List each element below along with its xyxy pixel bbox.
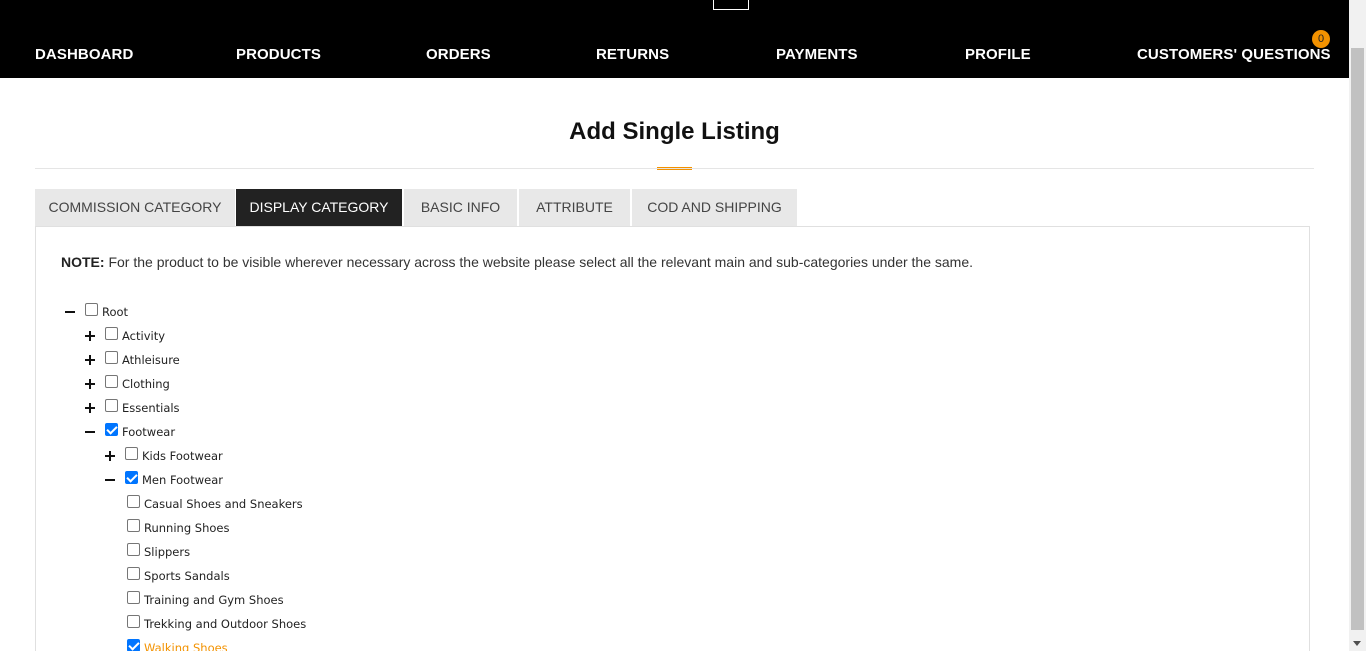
questions-count-badge: 0 bbox=[1312, 30, 1330, 48]
tree-item-footwear[interactable]: Footwear bbox=[122, 425, 175, 439]
note-prefix: NOTE: bbox=[61, 254, 105, 270]
tree-item-athleisure[interactable]: Athleisure bbox=[122, 353, 180, 367]
checkbox-activity[interactable] bbox=[105, 327, 118, 340]
collapse-icon[interactable] bbox=[64, 306, 76, 318]
nav-products[interactable]: PRODUCTS bbox=[236, 46, 321, 63]
tree-item-sports-sandals[interactable]: Sports Sandals bbox=[144, 569, 230, 583]
expand-icon[interactable] bbox=[104, 450, 116, 462]
checkbox-training-and-gym-shoes[interactable] bbox=[127, 591, 140, 604]
expand-icon[interactable] bbox=[84, 354, 96, 366]
checkbox-sports-sandals[interactable] bbox=[127, 567, 140, 580]
tree-item-activity[interactable]: Activity bbox=[122, 329, 165, 343]
checkbox-trekking-and-outdoor-shoes[interactable] bbox=[127, 615, 140, 628]
collapse-icon[interactable] bbox=[104, 474, 116, 486]
checkbox-footwear[interactable] bbox=[105, 423, 118, 436]
title-divider bbox=[35, 168, 1314, 169]
expand-icon[interactable] bbox=[84, 378, 96, 390]
logo[interactable] bbox=[713, 0, 749, 10]
tree-item-walking-shoes[interactable]: Walking Shoes bbox=[144, 641, 228, 651]
tree-item-kids-footwear[interactable]: Kids Footwear bbox=[142, 449, 223, 463]
checkbox-casual-shoes-and-sneakers[interactable] bbox=[127, 495, 140, 508]
tree-item-men-footwear[interactable]: Men Footwear bbox=[142, 473, 223, 487]
nav-profile[interactable]: PROFILE bbox=[965, 46, 1031, 63]
tree-item-trekking-and-outdoor-shoes[interactable]: Trekking and Outdoor Shoes bbox=[144, 617, 306, 631]
top-nav-bar: DASHBOARD PRODUCTS ORDERS RETURNS PAYMEN… bbox=[0, 0, 1349, 78]
checkbox-essentials[interactable] bbox=[105, 399, 118, 412]
checkbox-slippers[interactable] bbox=[127, 543, 140, 556]
checkbox-kids-footwear[interactable] bbox=[125, 447, 138, 460]
tree-item-training-and-gym-shoes[interactable]: Training and Gym Shoes bbox=[144, 593, 284, 607]
nav-customers-questions[interactable]: CUSTOMERS' QUESTIONS bbox=[1137, 46, 1331, 63]
tree-item-essentials[interactable]: Essentials bbox=[122, 401, 180, 415]
checkbox-root[interactable] bbox=[85, 303, 98, 316]
page-title: Add Single Listing bbox=[569, 118, 780, 145]
page-scrollbar[interactable] bbox=[1349, 0, 1366, 651]
checkbox-men-footwear[interactable] bbox=[125, 471, 138, 484]
display-category-panel bbox=[35, 226, 1310, 651]
nav-orders[interactable]: ORDERS bbox=[426, 46, 491, 63]
tab-cod-and-shipping[interactable]: COD AND SHIPPING bbox=[632, 189, 798, 226]
tree-item-slippers[interactable]: Slippers bbox=[144, 545, 190, 559]
tab-basic-info[interactable]: BASIC INFO bbox=[404, 189, 518, 226]
expand-icon[interactable] bbox=[84, 330, 96, 342]
scroll-down-arrow-icon[interactable] bbox=[1353, 641, 1361, 646]
checkbox-running-shoes[interactable] bbox=[127, 519, 140, 532]
checkbox-walking-shoes[interactable] bbox=[127, 639, 140, 651]
tree-item-root[interactable]: Root bbox=[102, 305, 128, 319]
tab-display-category[interactable]: DISPLAY CATEGORY bbox=[236, 189, 403, 226]
tree-item-casual-shoes-and-sneakers[interactable]: Casual Shoes and Sneakers bbox=[144, 497, 303, 511]
nav-dashboard[interactable]: DASHBOARD bbox=[35, 46, 133, 63]
tab-attribute[interactable]: ATTRIBUTE bbox=[519, 189, 631, 226]
category-note: NOTE: For the product to be visible wher… bbox=[61, 254, 973, 270]
expand-icon[interactable] bbox=[84, 402, 96, 414]
nav-payments[interactable]: PAYMENTS bbox=[776, 46, 858, 63]
tab-commission-category[interactable]: COMMISSION CATEGORY bbox=[35, 189, 236, 226]
checkbox-athleisure[interactable] bbox=[105, 351, 118, 364]
checkbox-clothing[interactable] bbox=[105, 375, 118, 388]
tree-item-clothing[interactable]: Clothing bbox=[122, 377, 170, 391]
note-text: For the product to be visible wherever n… bbox=[104, 254, 974, 270]
scrollbar-thumb[interactable] bbox=[1351, 48, 1364, 630]
tree-item-running-shoes[interactable]: Running Shoes bbox=[144, 521, 229, 535]
collapse-icon[interactable] bbox=[84, 426, 96, 438]
nav-returns[interactable]: RETURNS bbox=[596, 46, 669, 63]
